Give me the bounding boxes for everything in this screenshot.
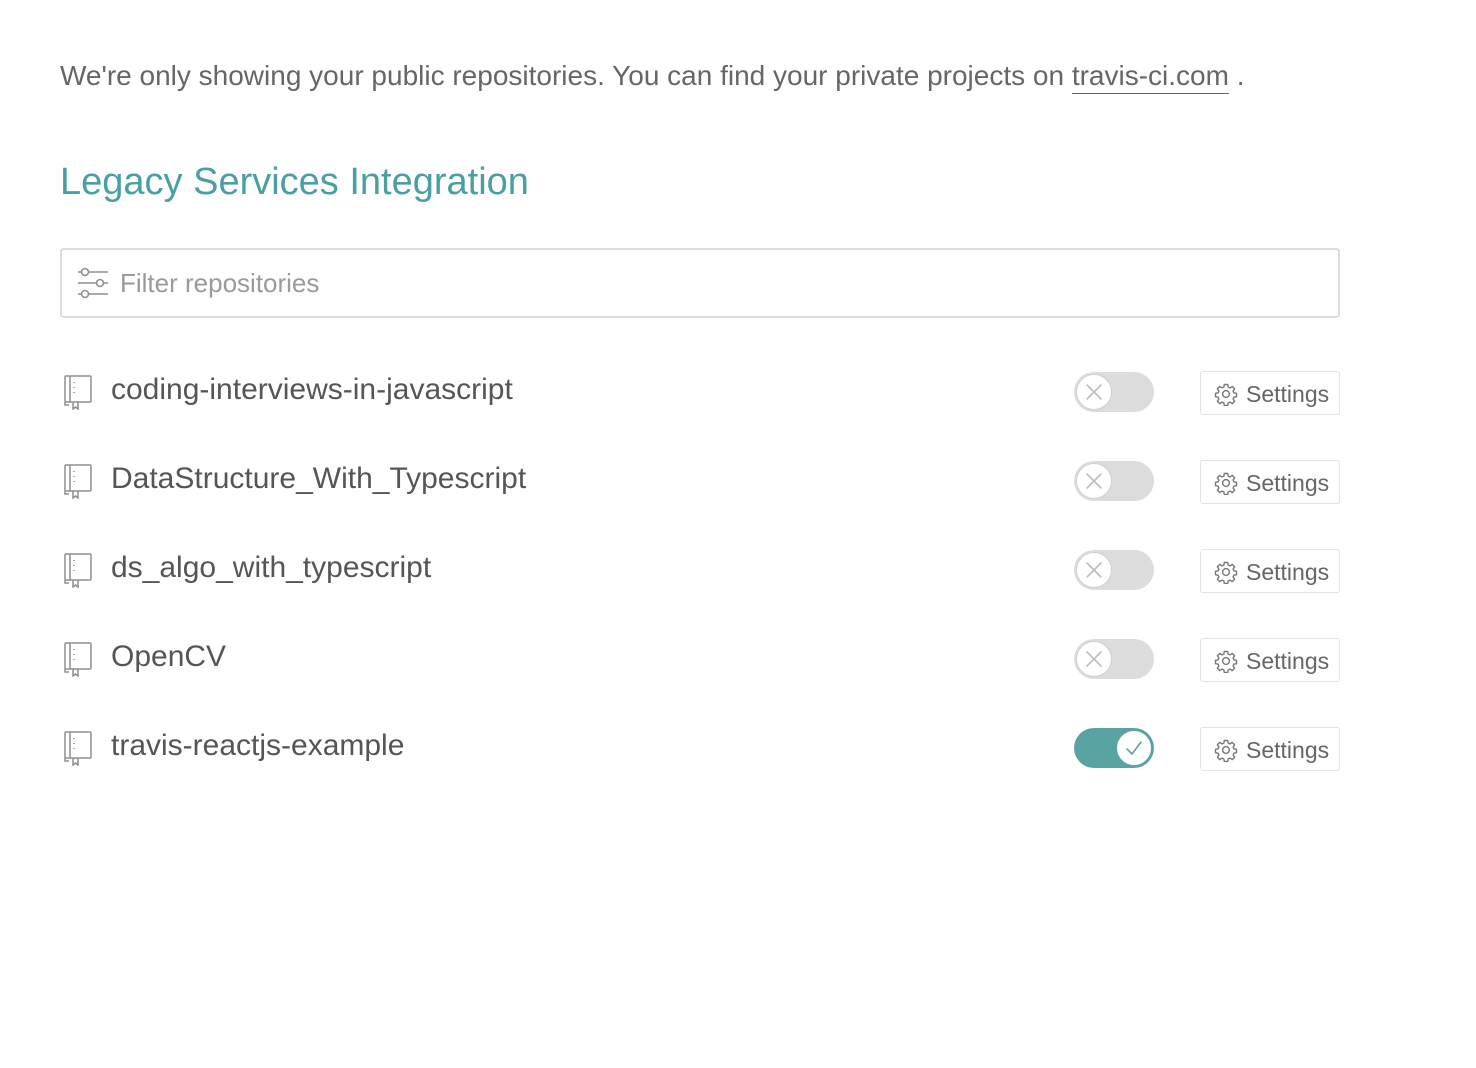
repository-settings-button[interactable]: Settings xyxy=(1200,460,1340,504)
repository-settings-button[interactable]: Settings xyxy=(1200,638,1340,682)
toggle-knob xyxy=(1076,641,1112,677)
repository-row: OpenCV Settings xyxy=(60,613,1340,702)
repository-name[interactable]: DataStructure_With_Typescript xyxy=(111,459,526,499)
public-repos-notice: We're only showing your public repositor… xyxy=(60,56,1245,96)
repository-name[interactable]: OpenCV xyxy=(111,637,226,677)
repository-row: coding-interviews-in-javascript Settings xyxy=(60,346,1340,435)
notice-trailing: . xyxy=(1236,60,1245,91)
x-icon xyxy=(1086,562,1102,578)
repository-row: travis-reactjs-example Settings xyxy=(60,702,1340,791)
travis-ci-com-link[interactable]: travis-ci.com xyxy=(1071,60,1229,94)
repository-activation-toggle[interactable] xyxy=(1074,461,1154,501)
repository-activation-toggle[interactable] xyxy=(1074,728,1154,768)
repository-book-icon xyxy=(64,642,92,677)
gear-icon xyxy=(1214,739,1238,762)
repository-row: DataStructure_With_Typescript Settings xyxy=(60,435,1340,524)
repository-activation-toggle[interactable] xyxy=(1074,372,1154,412)
gear-icon xyxy=(1214,650,1238,673)
repository-name[interactable]: ds_algo_with_typescript xyxy=(111,548,431,588)
settings-button-label: Settings xyxy=(1246,470,1330,496)
repository-name[interactable]: coding-interviews-in-javascript xyxy=(111,370,513,410)
filter-repositories-box xyxy=(60,248,1340,318)
gear-icon xyxy=(1214,561,1238,584)
x-icon xyxy=(1086,473,1102,489)
repository-list: coding-interviews-in-javascript Settings… xyxy=(60,346,1340,791)
toggle-knob xyxy=(1116,730,1152,766)
repository-book-icon xyxy=(64,375,92,410)
repository-book-icon xyxy=(64,553,92,588)
repository-row: ds_algo_with_typescript Settings xyxy=(60,524,1340,613)
repository-activation-toggle[interactable] xyxy=(1074,550,1154,590)
notice-text: We're only showing your public repositor… xyxy=(60,60,1072,91)
settings-button-label: Settings xyxy=(1246,381,1330,407)
toggle-knob xyxy=(1076,374,1112,410)
sliders-icon xyxy=(78,267,108,299)
repository-settings-button[interactable]: Settings xyxy=(1200,371,1340,415)
settings-button-label: Settings xyxy=(1246,648,1330,674)
gear-icon xyxy=(1214,383,1238,406)
check-icon xyxy=(1126,741,1142,756)
settings-button-label: Settings xyxy=(1246,737,1330,763)
settings-button-label: Settings xyxy=(1246,559,1330,585)
toggle-knob xyxy=(1076,552,1112,588)
repository-book-icon xyxy=(64,464,92,499)
repository-book-icon xyxy=(64,731,92,766)
x-icon xyxy=(1086,651,1102,667)
repository-settings-button[interactable]: Settings xyxy=(1200,727,1340,771)
x-icon xyxy=(1086,384,1102,400)
filter-repositories-input[interactable] xyxy=(120,250,1320,316)
repository-settings-button[interactable]: Settings xyxy=(1200,549,1340,593)
repository-activation-toggle[interactable] xyxy=(1074,639,1154,679)
toggle-knob xyxy=(1076,463,1112,499)
section-title: Legacy Services Integration xyxy=(60,161,529,203)
repository-name[interactable]: travis-reactjs-example xyxy=(111,726,404,766)
gear-icon xyxy=(1214,472,1238,495)
